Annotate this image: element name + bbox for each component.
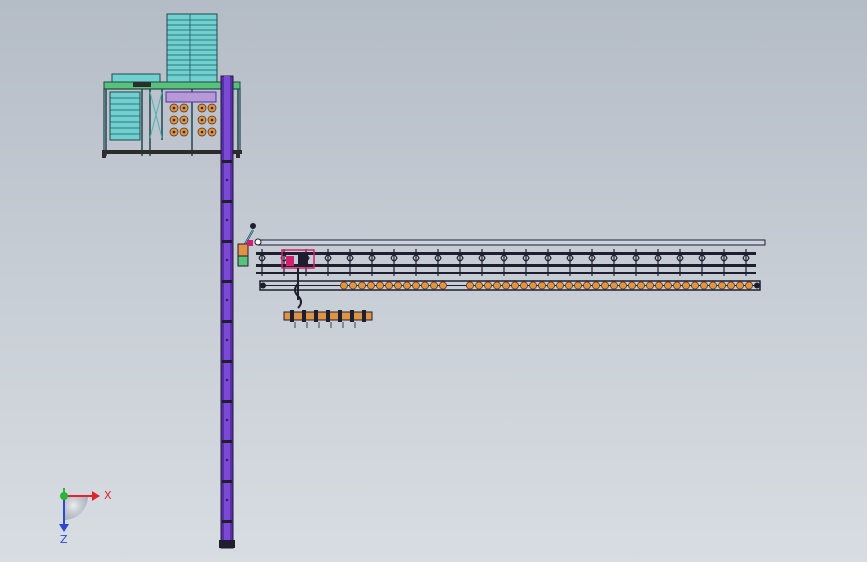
roller — [421, 281, 429, 290]
roller — [628, 281, 636, 290]
lift-column[interactable] — [219, 75, 235, 549]
roller — [430, 281, 438, 290]
roller — [358, 281, 366, 290]
coordinate-triad: X Z — [59, 488, 112, 546]
roller — [412, 281, 420, 290]
roller — [637, 281, 645, 290]
transfer-tray[interactable] — [283, 310, 373, 328]
roller — [727, 281, 735, 290]
cad-viewport[interactable]: X Z — [0, 0, 867, 562]
triad-plane — [64, 496, 88, 520]
roller — [502, 281, 510, 290]
overhead-rail[interactable] — [254, 238, 766, 246]
robot-arm[interactable] — [237, 223, 256, 267]
roller — [385, 281, 393, 290]
roller — [547, 281, 555, 290]
roller — [619, 281, 627, 290]
roller — [718, 281, 726, 290]
roller — [691, 281, 699, 290]
roller — [475, 281, 483, 290]
roller — [592, 281, 600, 290]
roller — [394, 281, 402, 290]
conveyor-frame[interactable] — [256, 249, 756, 309]
x-axis-label: X — [104, 489, 112, 502]
roller — [484, 281, 492, 290]
roller — [520, 281, 528, 290]
roller — [556, 281, 564, 290]
roller — [466, 281, 474, 290]
roller — [529, 281, 537, 290]
roller — [646, 281, 654, 290]
y-axis-dot-icon — [60, 488, 68, 500]
roller — [376, 281, 384, 290]
roller — [367, 281, 375, 290]
roller — [709, 281, 717, 290]
roller — [538, 281, 546, 290]
roller — [439, 281, 447, 290]
roller — [583, 281, 591, 290]
roller — [682, 281, 690, 290]
assembly-model[interactable] — [0, 0, 867, 562]
z-axis-label: Z — [60, 533, 68, 546]
roller — [493, 281, 501, 290]
roller — [601, 281, 609, 290]
roller — [574, 281, 582, 290]
roller — [403, 281, 411, 290]
roller — [664, 281, 672, 290]
roller — [655, 281, 663, 290]
roller — [736, 281, 744, 290]
roller — [349, 281, 357, 290]
roller — [700, 281, 708, 290]
roller — [511, 281, 519, 290]
roller — [340, 281, 348, 290]
roller — [745, 281, 753, 290]
roller — [610, 281, 618, 290]
roller-conveyor[interactable] — [259, 280, 761, 291]
roller — [565, 281, 573, 290]
roller — [673, 281, 681, 290]
